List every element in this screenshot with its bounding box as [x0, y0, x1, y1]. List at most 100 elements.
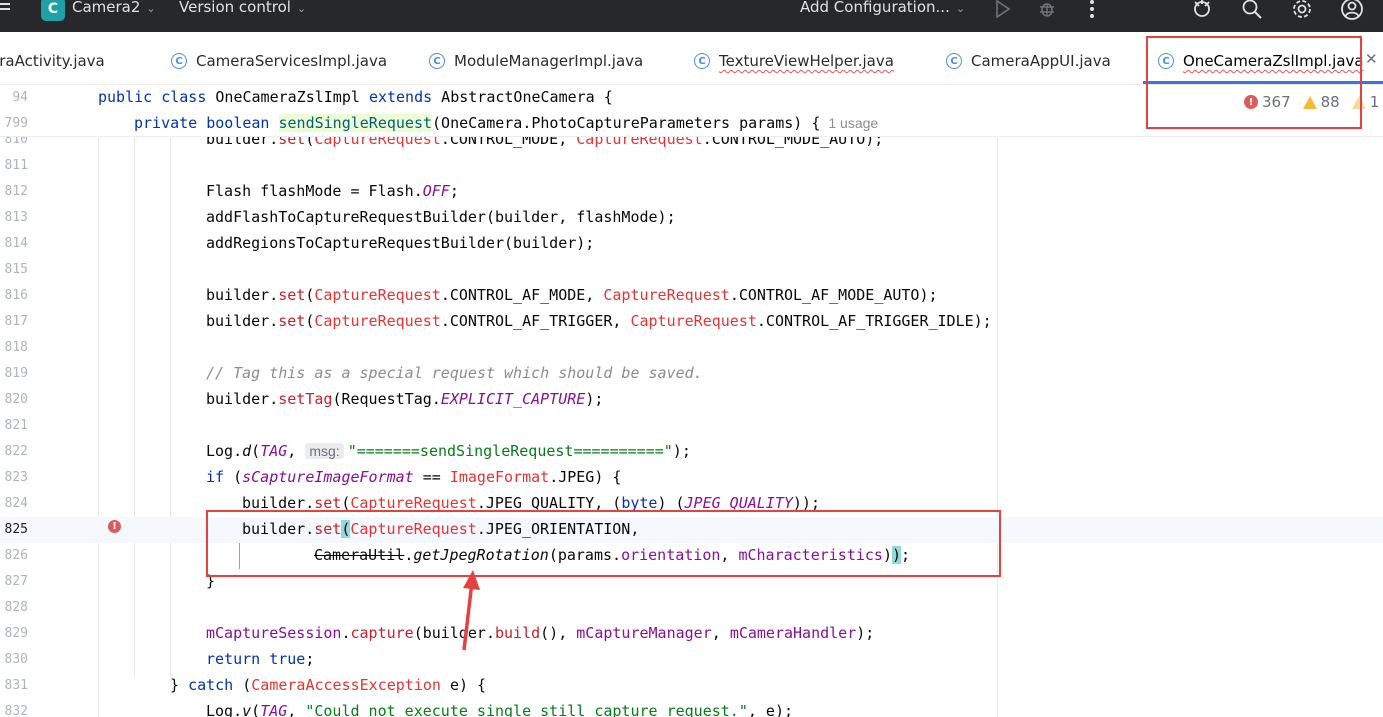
- line-number: 832: [4, 704, 28, 717]
- main-menu-icon[interactable]: [0, 3, 14, 15]
- project-badge[interactable]: C: [41, 0, 65, 21]
- line-number: 821: [4, 418, 28, 433]
- run-icon[interactable]: [991, 0, 1015, 21]
- error-gutter-icon[interactable]: !: [108, 520, 121, 533]
- chevron-down-icon: ⌄: [146, 2, 156, 15]
- line-number: 823: [4, 470, 28, 485]
- tab-camera-activity[interactable]: eraActivity.java: [0, 50, 105, 72]
- code-line[interactable]: 810 builder.set(CaptureRequest.CONTROL_M…: [0, 137, 1383, 153]
- tab-label: CameraServicesImpl.java: [196, 52, 388, 70]
- code-text: if (sCaptureImageFormat == ImageFormat.J…: [206, 468, 622, 486]
- line-number: 825: [4, 522, 28, 537]
- code-line[interactable]: 818: [0, 335, 1383, 361]
- line-number: 830: [4, 652, 28, 667]
- code-line[interactable]: 823 if (sCaptureImageFormat == ImageForm…: [0, 465, 1383, 491]
- code-line[interactable]: 811: [0, 153, 1383, 179]
- annotation-box-tab: [1146, 36, 1362, 129]
- line-number: 811: [4, 158, 28, 173]
- code-text: builder.setTag(RequestTag.EXPLICIT_CAPTU…: [206, 390, 604, 408]
- annotation-arrow-icon: [462, 570, 480, 651]
- java-class-icon: C: [946, 53, 962, 69]
- code-editor[interactable]: 810 builder.set(CaptureRequest.CONTROL_M…: [0, 137, 1383, 717]
- code-line[interactable]: 832 Log.v(TAG, "Could not execute single…: [0, 699, 1383, 717]
- vcs-selector[interactable]: Version control ⌄: [179, 0, 306, 16]
- run-config-label: Add Configuration...: [800, 0, 950, 16]
- code-text: private boolean sendSingleRequest(OneCam…: [134, 114, 879, 132]
- code-text: Log.d(TAG, msg: "=======sendSingleRequest…: [206, 442, 691, 460]
- line-number: 824: [4, 496, 28, 511]
- code-line[interactable]: 815: [0, 257, 1383, 283]
- annotation-box-code: [206, 510, 1001, 577]
- code-line[interactable]: 820 builder.setTag(RequestTag.EXPLICIT_C…: [0, 387, 1383, 413]
- code-text: return true;: [206, 650, 315, 668]
- line-number: 831: [4, 678, 28, 693]
- code-text: Flash flashMode = Flash.OFF;: [206, 182, 459, 200]
- more-actions-icon[interactable]: [1080, 0, 1104, 21]
- line-number: 819: [4, 366, 28, 381]
- main-toolbar: C Camera2 ⌄ Version control ⌄ Add Configur…: [0, 0, 1383, 32]
- java-class-icon: C: [171, 53, 187, 69]
- vcs-label: Version control: [179, 0, 291, 16]
- account-avatar-icon[interactable]: [1340, 0, 1364, 21]
- code-with-me-icon[interactable]: [1190, 0, 1214, 21]
- code-line[interactable]: 812 Flash flashMode = Flash.OFF;: [0, 179, 1383, 205]
- line-number: 820: [4, 392, 28, 407]
- line-number: 818: [4, 340, 28, 355]
- chevron-down-icon: ⌄: [296, 2, 307, 15]
- tab-module-manager-impl[interactable]: C ModuleManagerImpl.java: [429, 50, 643, 72]
- code-text: mCaptureSession.capture(builder.build(),…: [206, 624, 875, 642]
- code-line[interactable]: 822 Log.d(TAG, msg: "=======sendSingleReq…: [0, 439, 1383, 465]
- code-text: builder.set(CaptureRequest.CONTROL_AF_TR…: [206, 312, 992, 330]
- line-number: 815: [4, 262, 28, 277]
- line-number: 827: [4, 574, 28, 589]
- code-line[interactable]: 830 return true;: [0, 647, 1383, 673]
- code-text: builder.set(CaptureRequest.CONTROL_MODE,…: [206, 137, 884, 148]
- search-icon[interactable]: [1240, 0, 1264, 21]
- line-number: 829: [4, 626, 28, 641]
- code-comment: // Tag this as a special request which s…: [206, 364, 703, 382]
- code-line[interactable]: 813 addFlashToCaptureRequestBuilder(buil…: [0, 205, 1383, 231]
- code-text: public class OneCameraZslImpl extends Ab…: [98, 88, 613, 106]
- java-class-icon: C: [694, 53, 710, 69]
- tab-texture-view-helper[interactable]: C TextureViewHelper.java: [694, 50, 894, 72]
- tab-label: ModuleManagerImpl.java: [454, 52, 644, 70]
- code-line[interactable]: 816 builder.set(CaptureRequest.CONTROL_A…: [0, 283, 1383, 309]
- line-number: 826: [4, 548, 28, 563]
- line-number: 822: [4, 444, 28, 459]
- close-tab-icon[interactable]: ✕: [1365, 50, 1378, 68]
- project-selector[interactable]: Camera2 ⌄: [72, 0, 156, 16]
- line-number: 94: [12, 90, 28, 105]
- line-number: 810: [4, 137, 28, 147]
- code-text: builder.set(CaptureRequest.CONTROL_AF_MO…: [206, 286, 938, 304]
- line-number: 799: [4, 116, 28, 131]
- line-number: 812: [4, 184, 28, 199]
- line-number: 817: [4, 314, 28, 329]
- code-text: addRegionsToCaptureRequestBuilder(builde…: [206, 234, 595, 252]
- code-text: } catch (CameraAccessException e) {: [170, 676, 487, 694]
- java-class-icon: C: [429, 53, 445, 69]
- code-line[interactable]: 817 builder.set(CaptureRequest.CONTROL_A…: [0, 309, 1383, 335]
- code-line[interactable]: 828: [0, 595, 1383, 621]
- project-name: Camera2: [72, 0, 141, 16]
- code-line[interactable]: 821: [0, 413, 1383, 439]
- parameter-hint: msg:: [305, 443, 344, 459]
- line-number: 814: [4, 236, 28, 251]
- tab-label: CameraAppUI.java: [971, 52, 1111, 70]
- line-number: 813: [4, 210, 28, 225]
- tab-label: TextureViewHelper.java: [719, 52, 894, 70]
- debug-icon[interactable]: [1035, 0, 1059, 21]
- code-line[interactable]: 829 mCaptureSession.capture(builder.buil…: [0, 621, 1383, 647]
- usage-hint[interactable]: 1 usage: [828, 115, 878, 131]
- code-text: addFlashToCaptureRequestBuilder(builder,…: [206, 208, 676, 226]
- settings-gear-icon[interactable]: [1290, 0, 1314, 21]
- tab-camera-services-impl[interactable]: C CameraServicesImpl.java: [171, 50, 387, 72]
- code-text: Log.v(TAG, "Could not execute single sti…: [206, 702, 794, 717]
- code-line[interactable]: 819 // Tag this as a special request whi…: [0, 361, 1383, 387]
- tab-camera-app-ui[interactable]: C CameraAppUI.java: [946, 50, 1111, 72]
- line-number: 816: [4, 288, 28, 303]
- run-configuration-selector[interactable]: Add Configuration... ⌄: [800, 0, 965, 16]
- chevron-down-icon: ⌄: [955, 2, 966, 15]
- code-line[interactable]: 831 } catch (CameraAccessException e) {: [0, 673, 1383, 699]
- line-number: 828: [4, 600, 28, 615]
- code-line[interactable]: 814 addRegionsToCaptureRequestBuilder(bu…: [0, 231, 1383, 257]
